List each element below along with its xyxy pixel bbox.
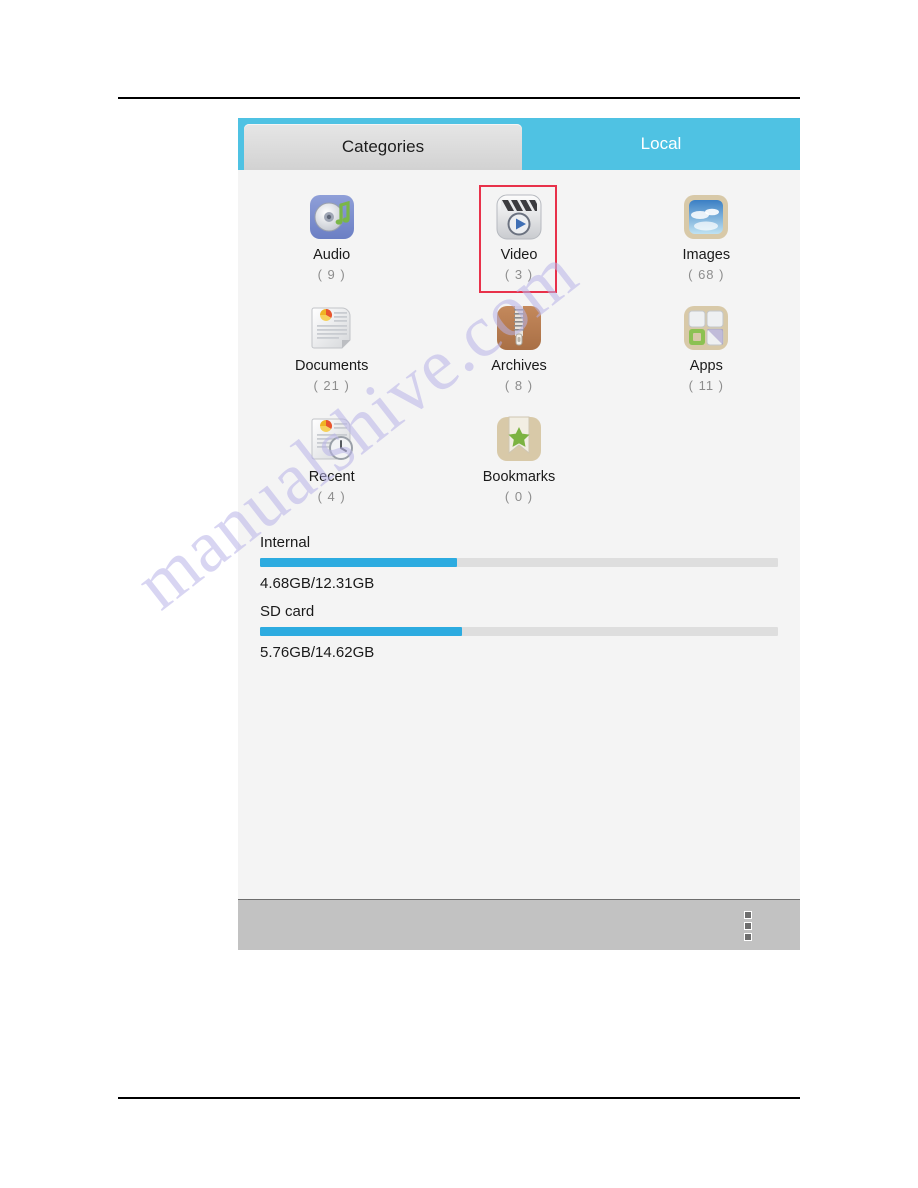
category-count: ( 68 ) xyxy=(688,266,725,282)
storage-row-internal: Internal 4.68GB/12.31GB xyxy=(260,534,778,592)
category-count: ( 21 ) xyxy=(313,377,350,393)
bookmark-star-icon xyxy=(495,415,543,463)
category-count: ( 9 ) xyxy=(317,266,346,282)
category-label: Documents xyxy=(294,357,369,374)
category-grid: Audio ( 9 ) Video (3) Images (68) Do… xyxy=(238,170,800,517)
category-item-apps[interactable]: Apps ( 11 ) xyxy=(613,295,800,406)
category-label: Video xyxy=(500,247,538,263)
overflow-menu-icon[interactable] xyxy=(738,912,758,940)
category-count: ( 8 ) xyxy=(504,377,534,393)
storage-value: 4.68GB/12.31GB xyxy=(260,574,375,592)
tab-bar: Categories Local xyxy=(238,118,800,170)
video-clapper-icon xyxy=(495,193,543,241)
category-item-images[interactable]: Images ( 68 ) xyxy=(613,184,800,295)
category-count: ( 11 ) xyxy=(688,377,725,393)
storage-value: 5.76GB/14.62GB xyxy=(260,643,375,661)
category-count: ( 4 ) xyxy=(317,488,346,504)
category-label: Bookmarks xyxy=(482,468,556,485)
category-label: Recent xyxy=(308,468,355,485)
storage-row-sdcard: SD card 5.76GB/14.62GB xyxy=(260,603,778,661)
images-photo-icon xyxy=(682,193,730,241)
tab-categories[interactable]: Categories xyxy=(244,124,522,170)
category-count: ( 3 ) xyxy=(504,266,534,282)
category-label: Archives xyxy=(491,357,547,374)
storage-section: Internal 4.68GB/12.31GB SD card 5.76GB/1… xyxy=(238,517,800,661)
category-item-video[interactable]: Video ( 3 ) xyxy=(425,184,612,295)
file-manager-screenshot: Categories Local Audio (9) Video (3)… xyxy=(238,118,800,950)
apps-grid-icon xyxy=(682,304,730,352)
bottom-toolbar xyxy=(238,899,800,950)
tab-local[interactable]: Local xyxy=(522,118,800,170)
category-label: Images xyxy=(682,247,731,263)
category-item-audio[interactable]: Audio ( 9 ) xyxy=(238,184,425,295)
document-icon xyxy=(308,304,356,352)
dot xyxy=(745,923,751,929)
storage-label: SD card xyxy=(260,602,315,620)
storage-progress-fill xyxy=(260,557,457,567)
page-footer-rule xyxy=(118,1097,800,1099)
audio-cd-icon xyxy=(308,193,356,241)
dot xyxy=(745,934,751,940)
archive-zip-icon xyxy=(495,304,543,352)
page-header-rule xyxy=(118,97,800,99)
recent-clock-icon xyxy=(308,415,356,463)
category-count: ( 0 ) xyxy=(504,488,534,504)
category-item-bookmarks[interactable]: Bookmarks ( 0 ) xyxy=(425,406,612,517)
category-item-archives[interactable]: Archives ( 8 ) xyxy=(425,295,612,406)
dot xyxy=(745,912,751,918)
category-item-documents[interactable]: Documents ( 21 ) xyxy=(238,295,425,406)
storage-progress-fill xyxy=(260,626,463,636)
storage-progress-bar xyxy=(260,557,778,567)
category-item-recent[interactable]: Recent ( 4 ) xyxy=(238,406,425,517)
category-label: Audio xyxy=(313,247,351,263)
storage-label: Internal xyxy=(260,533,311,551)
storage-progress-bar xyxy=(260,626,778,636)
category-label: Apps xyxy=(689,357,723,374)
